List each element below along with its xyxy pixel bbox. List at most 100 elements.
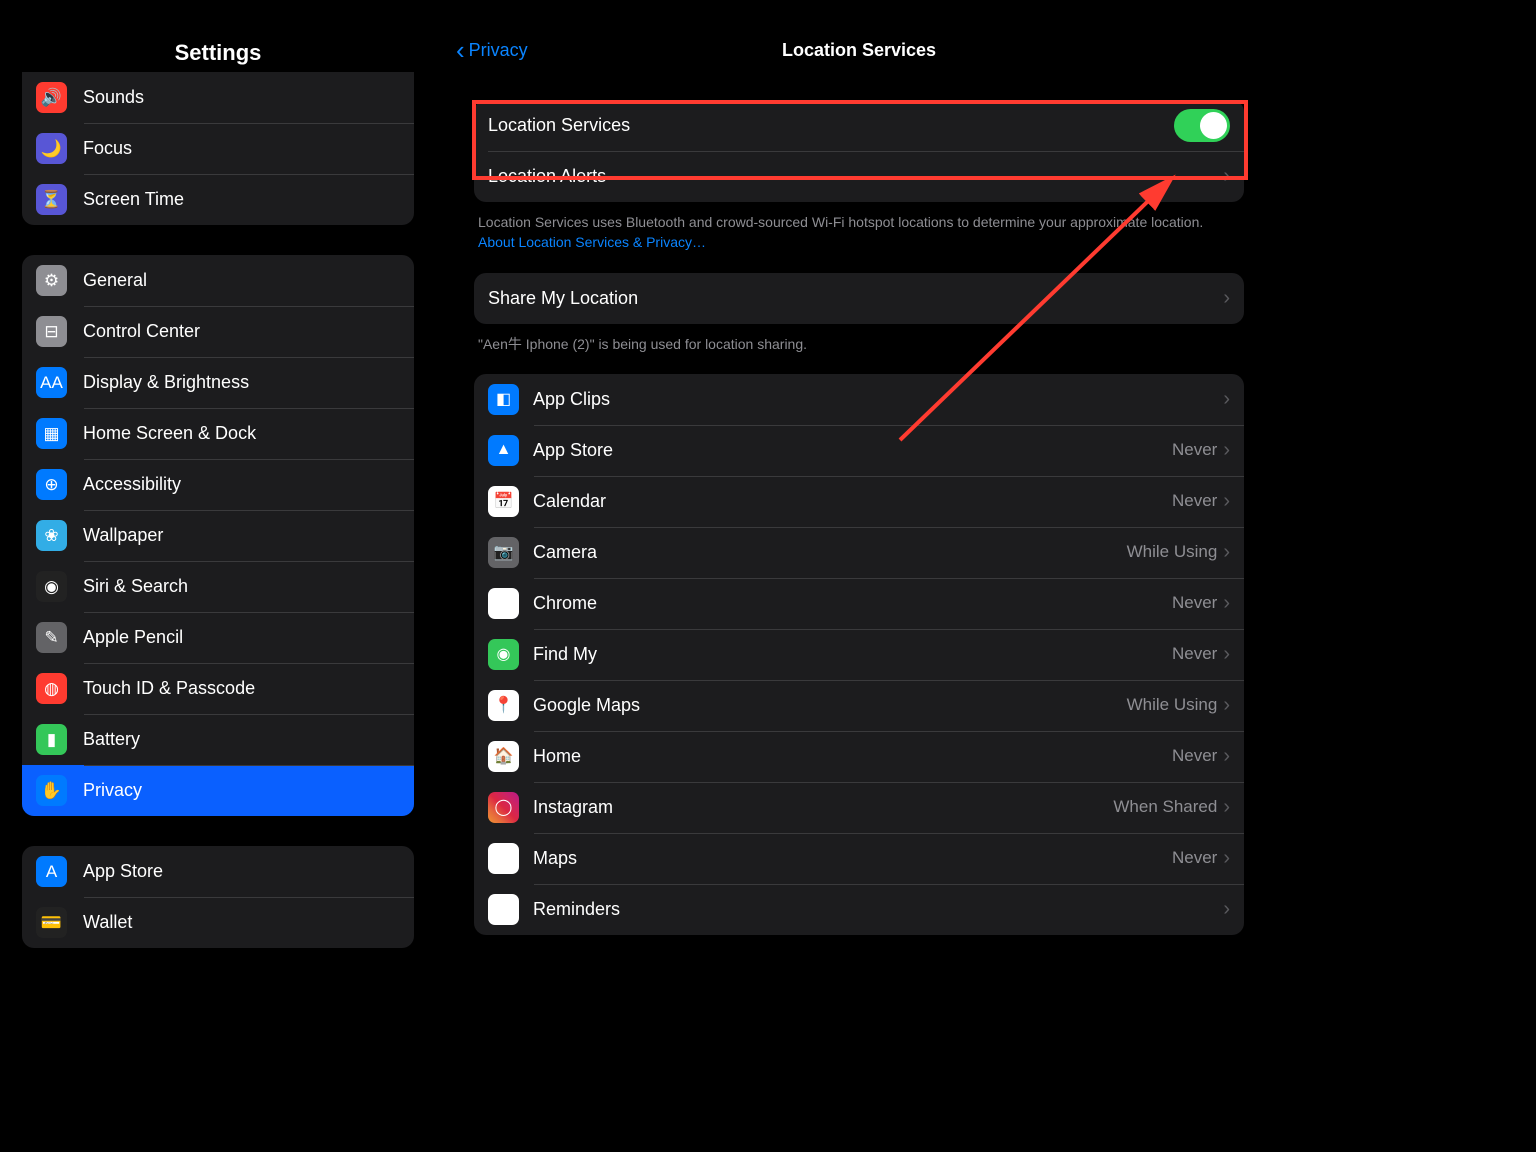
chevron-right-icon: › [1223, 643, 1230, 666]
sidebar-group-0: 🔊 Sounds 🌙Focus⏳Screen Time [22, 72, 414, 225]
app-label: Instagram [533, 797, 613, 818]
chevron-right-icon: › [1223, 592, 1230, 615]
sidebar-item-privacy[interactable]: ✋Privacy [22, 765, 414, 816]
row-label: Share My Location [488, 288, 638, 309]
app-label: Chrome [533, 593, 597, 614]
app-icon: 📅 [488, 486, 519, 517]
share-location-group: Share My Location › [474, 273, 1244, 324]
app-row-camera[interactable]: 📷CameraWhile Using› [474, 527, 1244, 578]
app-row-app-store[interactable]: ▲ App Store Never › [474, 425, 1244, 476]
app-row-maps[interactable]: 🗺 Maps Never › [474, 833, 1244, 884]
app-icon [488, 894, 519, 925]
app-row-calendar[interactable]: 📅CalendarNever› [474, 476, 1244, 527]
sidebar-item-label: Apple Pencil [83, 627, 183, 648]
sidebar-item-label: Touch ID & Passcode [83, 678, 255, 699]
app-icon: 📍 [488, 690, 519, 721]
sidebar-item-apple-pencil[interactable]: ✎ Apple Pencil [22, 612, 414, 663]
app-permission-value: Never [1172, 593, 1217, 613]
about-location-link[interactable]: About Location Services & Privacy… [478, 234, 706, 250]
sidebar-item-touch-id-passcode[interactable]: ◍Touch ID & Passcode [22, 663, 414, 714]
sidebar-icon: ⚙︎ [36, 265, 67, 296]
app-row-google-maps[interactable]: 📍Google MapsWhile Using› [474, 680, 1244, 731]
sidebar-item-control-center[interactable]: ⊟ Control Center [22, 306, 414, 357]
sidebar-item-home-screen-dock[interactable]: ▦ Home Screen & Dock [22, 408, 414, 459]
app-label: Find My [533, 644, 597, 665]
app-icon: ▲ [488, 435, 519, 466]
app-icon: 🗺 [488, 843, 519, 874]
sidebar-item-wallpaper[interactable]: ❀ Wallpaper [22, 510, 414, 561]
sidebar-icon: AA [36, 367, 67, 398]
sidebar-item-label: Accessibility [83, 474, 181, 495]
chevron-right-icon: › [1223, 287, 1230, 310]
sidebar-item-label: Home Screen & Dock [83, 423, 256, 444]
chevron-right-icon: › [1223, 165, 1230, 188]
row-location-services[interactable]: Location Services [474, 100, 1244, 151]
sidebar-item-label: Sounds [83, 87, 144, 108]
sidebar-icon: ✎ [36, 622, 67, 653]
app-permission-value: Never [1172, 440, 1217, 460]
sidebar-item-sounds[interactable]: 🔊 Sounds [22, 72, 414, 123]
sidebar-item-display-brightness[interactable]: AA Display & Brightness [22, 357, 414, 408]
settings-sidebar: Settings 🔊Sounds🌙Focus⏳Screen Time ⚙︎Gen… [0, 0, 438, 960]
app-icon: 📷 [488, 537, 519, 568]
sidebar-icon: 🌙 [36, 133, 67, 164]
app-label: Calendar [533, 491, 606, 512]
chevron-right-icon: › [1223, 490, 1230, 513]
row-location-alerts[interactable]: Location Alerts› [474, 151, 1244, 202]
sidebar-item-app-store[interactable]: AApp Store [22, 846, 414, 897]
app-row-instagram[interactable]: ◯ Instagram When Shared › [474, 782, 1244, 833]
chevron-right-icon: › [1223, 388, 1230, 411]
sidebar-item-label: Control Center [83, 321, 200, 342]
chevron-right-icon: › [1223, 796, 1230, 819]
row-share-my-location[interactable]: Share My Location › [474, 273, 1244, 324]
sidebar-item-label: Wallpaper [83, 525, 163, 546]
share-location-footer: "Aen牛 Iphone (2)" is being used for loca… [478, 334, 1240, 354]
sidebar-item-focus[interactable]: 🌙Focus [22, 123, 414, 174]
app-permission-value: When Shared [1113, 797, 1217, 817]
app-label: Maps [533, 848, 577, 869]
sidebar-icon: ⊟ [36, 316, 67, 347]
sidebar-item-label: General [83, 270, 147, 291]
app-row-find-my[interactable]: ◉Find MyNever› [474, 629, 1244, 680]
sidebar-icon: ▦ [36, 418, 67, 449]
chevron-right-icon: › [1223, 745, 1230, 768]
back-button[interactable]: ‹ Privacy [456, 37, 528, 63]
chevron-left-icon: ‹ [456, 37, 465, 63]
app-row-reminders[interactable]: Reminders› [474, 884, 1244, 935]
location-services-toggle[interactable] [1174, 109, 1230, 142]
chevron-right-icon: › [1223, 847, 1230, 870]
app-permission-value: Never [1172, 848, 1217, 868]
nav-bar: ‹ Privacy Location Services [438, 20, 1280, 80]
app-label: App Store [533, 440, 613, 461]
location-services-group: Location Services Location Alerts› [474, 100, 1244, 202]
sidebar-item-wallet[interactable]: 💳Wallet [22, 897, 414, 948]
sidebar-item-label: Display & Brightness [83, 372, 249, 393]
app-icon: ◉ [488, 639, 519, 670]
sidebar-group-2: AApp Store💳Wallet [22, 846, 414, 948]
app-permission-value: Never [1172, 746, 1217, 766]
app-label: App Clips [533, 389, 610, 410]
sidebar-icon: 💳 [36, 907, 67, 938]
sidebar-group-1: ⚙︎ General ⊟ Control Center AA Display & Brig… [22, 255, 414, 816]
sidebar-icon: ❀ [36, 520, 67, 551]
app-icon: ◯ [488, 792, 519, 823]
detail-pane: ‹ Privacy Location Services Location Ser… [438, 0, 1280, 960]
sidebar-icon: 🔊 [36, 82, 67, 113]
chevron-right-icon: › [1223, 439, 1230, 462]
app-row-app-clips[interactable]: ◧App Clips› [474, 374, 1244, 425]
back-label: Privacy [469, 40, 528, 61]
sidebar-icon: ◉ [36, 571, 67, 602]
sidebar-icon: ▮ [36, 724, 67, 755]
sidebar-item-label: Siri & Search [83, 576, 188, 597]
sidebar-item-general[interactable]: ⚙︎ General [22, 255, 414, 306]
app-permission-value: While Using [1127, 542, 1218, 562]
sidebar-item-siri-search[interactable]: ◉ Siri & Search [22, 561, 414, 612]
sidebar-item-label: Battery [83, 729, 140, 750]
app-row-home[interactable]: 🏠HomeNever› [474, 731, 1244, 782]
sidebar-item-accessibility[interactable]: ⊕Accessibility [22, 459, 414, 510]
sidebar-item-label: App Store [83, 861, 163, 882]
sidebar-item-battery[interactable]: ▮ Battery [22, 714, 414, 765]
app-row-chrome[interactable]: ◎ChromeNever› [474, 578, 1244, 629]
row-label: Location Services [488, 115, 630, 136]
sidebar-item-screen-time[interactable]: ⏳Screen Time [22, 174, 414, 225]
